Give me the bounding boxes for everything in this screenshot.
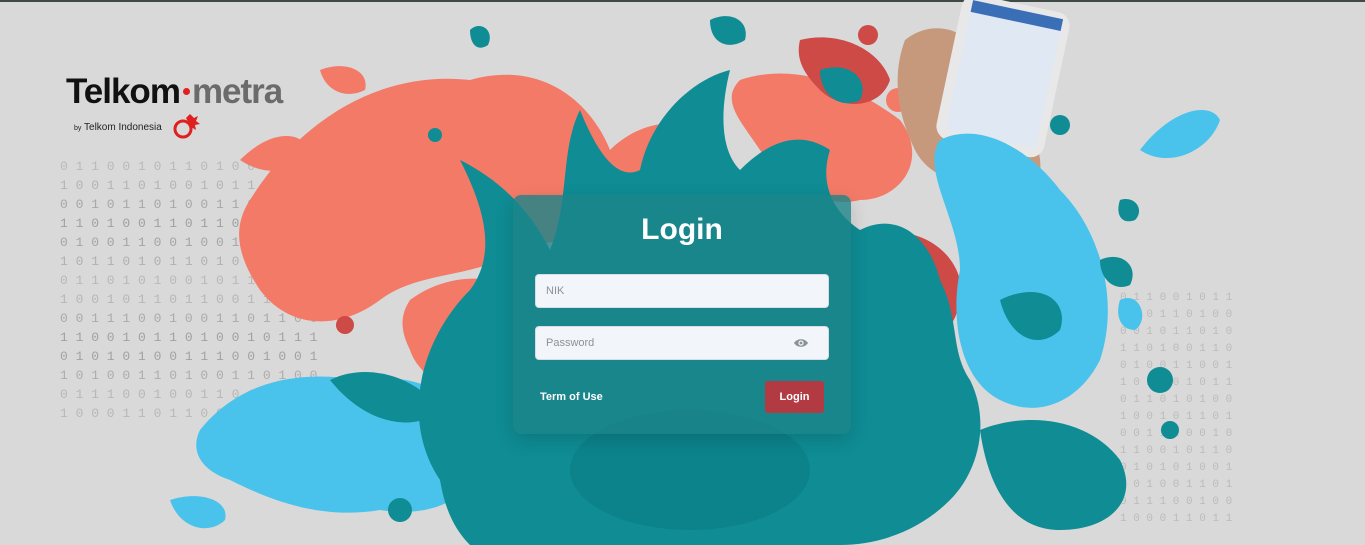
binary-row: 0 1 0 0 1 1 0 0 1 bbox=[1120, 360, 1233, 372]
binary-row: 0 1 0 1 0 1 0 0 1 bbox=[1120, 462, 1233, 474]
binary-row: 1 0 0 1 0 1 1 0 1 bbox=[1120, 411, 1233, 423]
binary-row: 1 0 0 0 1 1 0 1 1 bbox=[1120, 513, 1233, 525]
logo-subtitle: by Telkom Indonesia bbox=[74, 122, 162, 133]
binary-row: 1 0 1 1 0 1 0 1 1 bbox=[1120, 377, 1233, 389]
term-of-use-link[interactable]: Term of Use bbox=[540, 391, 603, 403]
logo-word-telkom: Telkom bbox=[66, 72, 181, 111]
binary-row: 0 0 1 1 1 0 0 1 0 0 1 1 0 1 1 0 0 bbox=[60, 311, 317, 326]
logo-dot bbox=[182, 88, 190, 96]
telkom-metra-logo: Telkom metra by Telkom Indonesia bbox=[66, 72, 326, 142]
binary-row: 1 1 0 1 0 0 1 1 0 bbox=[1120, 343, 1232, 355]
password-input[interactable] bbox=[535, 326, 829, 360]
login-button[interactable]: Login bbox=[765, 381, 824, 413]
logo-parent-company: Telkom Indonesia bbox=[84, 122, 162, 133]
binary-row: 0 1 1 0 1 0 1 0 0 bbox=[1120, 394, 1232, 406]
binary-row: 1 1 0 0 1 0 1 1 0 bbox=[1120, 445, 1232, 457]
logo-by-label: by bbox=[74, 125, 82, 132]
nik-input[interactable] bbox=[535, 274, 829, 308]
binary-row: 1 0 1 0 0 1 1 0 1 bbox=[1120, 479, 1233, 491]
binary-row: 1 0 1 0 0 1 1 0 1 0 0 1 1 0 1 0 0 bbox=[60, 368, 317, 383]
login-card: Login Term of Use Login bbox=[513, 195, 851, 434]
logo-wordmark: Telkom metra bbox=[66, 72, 283, 112]
telkom-seal-icon bbox=[173, 114, 200, 139]
binary-row: 0 1 1 1 0 0 1 0 0 bbox=[1120, 496, 1232, 508]
binary-row: 0 1 0 1 0 1 0 0 1 1 1 0 0 1 0 0 1 bbox=[60, 349, 318, 364]
binary-row: 1 1 0 0 1 0 1 1 0 1 0 0 1 0 1 1 1 bbox=[60, 330, 318, 345]
show-password-eye-icon[interactable] bbox=[793, 336, 809, 350]
logo-word-metra: metra bbox=[191, 72, 283, 111]
login-title: Login bbox=[641, 213, 723, 246]
password-field-wrapper bbox=[535, 326, 829, 360]
